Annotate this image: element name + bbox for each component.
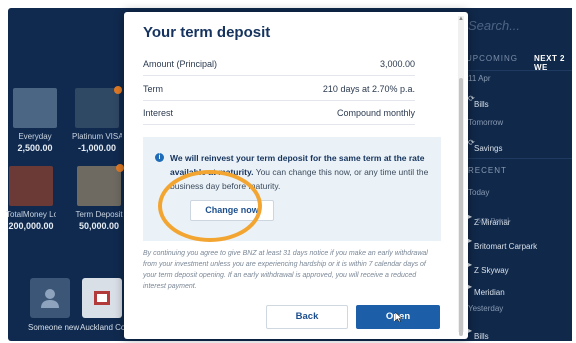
account-tile-everyday[interactable]: Everyday 2,500.00: [10, 88, 60, 153]
modal-title: Your term deposit: [143, 24, 271, 41]
info-icon: i: [155, 153, 164, 162]
list-item[interactable]: ▸ Bills: [462, 320, 572, 342]
account-tile-totalmoney-loan[interactable]: TotalMoney Loan 200,000.00: [6, 166, 56, 231]
modal-scrollbar[interactable]: ▲: [458, 16, 464, 336]
mouse-pointer-icon: [395, 312, 403, 322]
field-value: Compound monthly: [336, 108, 415, 118]
list-item[interactable]: ⟳ Bills: [462, 88, 572, 110]
payee-name: Someone new: [28, 323, 80, 332]
activity-panel: Search... UPCOMING NEXT 2 WE 11 Apr ⟳ Bi…: [462, 8, 572, 341]
notification-dot: [114, 86, 122, 94]
tab-upcoming[interactable]: UPCOMING: [466, 54, 518, 63]
search-input[interactable]: Search...: [468, 18, 520, 33]
account-name: Term Deposit: [75, 210, 123, 219]
field-value: 210 days at 2.70% p.a.: [322, 84, 415, 94]
highlight-ring: [158, 170, 262, 242]
payee-name: Auckland Co: [80, 323, 126, 332]
account-image: [75, 88, 119, 128]
account-image: [9, 166, 53, 206]
list-date-header: Tomorrow: [468, 118, 504, 127]
payee-auckland-council[interactable]: Auckland Co: [80, 278, 126, 332]
notification-dot: [116, 164, 124, 172]
field-value: 3,000.00: [379, 59, 415, 69]
field-amount: Amount (Principal) 3,000.00: [143, 52, 415, 76]
list-item[interactable]: ⟳ Savings: [462, 132, 572, 154]
account-tile-term-deposit[interactable]: Term Deposit 50,000.00: [74, 164, 124, 231]
account-name: Platinum VISA: [72, 132, 122, 141]
list-date-header: 11 Apr: [468, 74, 491, 83]
section-header-recent: RECENT: [468, 166, 507, 175]
list-date-header: Yesterday: [468, 304, 504, 313]
account-name: Everyday: [18, 132, 52, 141]
account-tile-platinum-visa[interactable]: Platinum VISA -1,000.00: [72, 86, 122, 153]
payee-someone-new[interactable]: Someone new: [28, 278, 79, 332]
person-icon: [30, 278, 70, 318]
field-label: Amount (Principal): [143, 59, 218, 69]
list-item[interactable]: ▸ Z Miramar 525 Petrol: [462, 206, 572, 228]
list-item[interactable]: ▸ Britomart Carpark: [462, 230, 572, 252]
activity-tabs: UPCOMING NEXT 2 WE: [462, 52, 572, 72]
list-date-header: Today: [468, 188, 490, 197]
account-balance: 50,000.00: [78, 221, 120, 231]
account-name: TotalMoney Loan: [6, 210, 56, 219]
council-logo-icon: [82, 278, 122, 318]
account-balance: 2,500.00: [17, 143, 53, 153]
field-label: Interest: [143, 108, 174, 118]
back-button[interactable]: Back: [266, 305, 348, 329]
list-item[interactable]: ▸ Meridian: [462, 276, 572, 298]
field-interest: Interest Compound monthly: [143, 101, 415, 125]
term-deposit-modal: Your term deposit ▲ Amount (Principal) 3…: [124, 12, 468, 339]
account-image: [77, 166, 121, 206]
account-balance: 200,000.00: [8, 221, 54, 231]
field-label: Term: [143, 84, 163, 94]
field-term: Term 210 days at 2.70% p.a.: [143, 77, 415, 101]
scrollbar-thumb[interactable]: [459, 78, 463, 336]
fine-print: By continuing you agree to give BNZ at l…: [143, 250, 428, 290]
account-balance: -1,000.00: [77, 143, 117, 153]
scroll-up-icon[interactable]: ▲: [458, 16, 464, 24]
list-item[interactable]: ▸ Z Skyway: [462, 254, 572, 276]
account-image: [13, 88, 57, 128]
